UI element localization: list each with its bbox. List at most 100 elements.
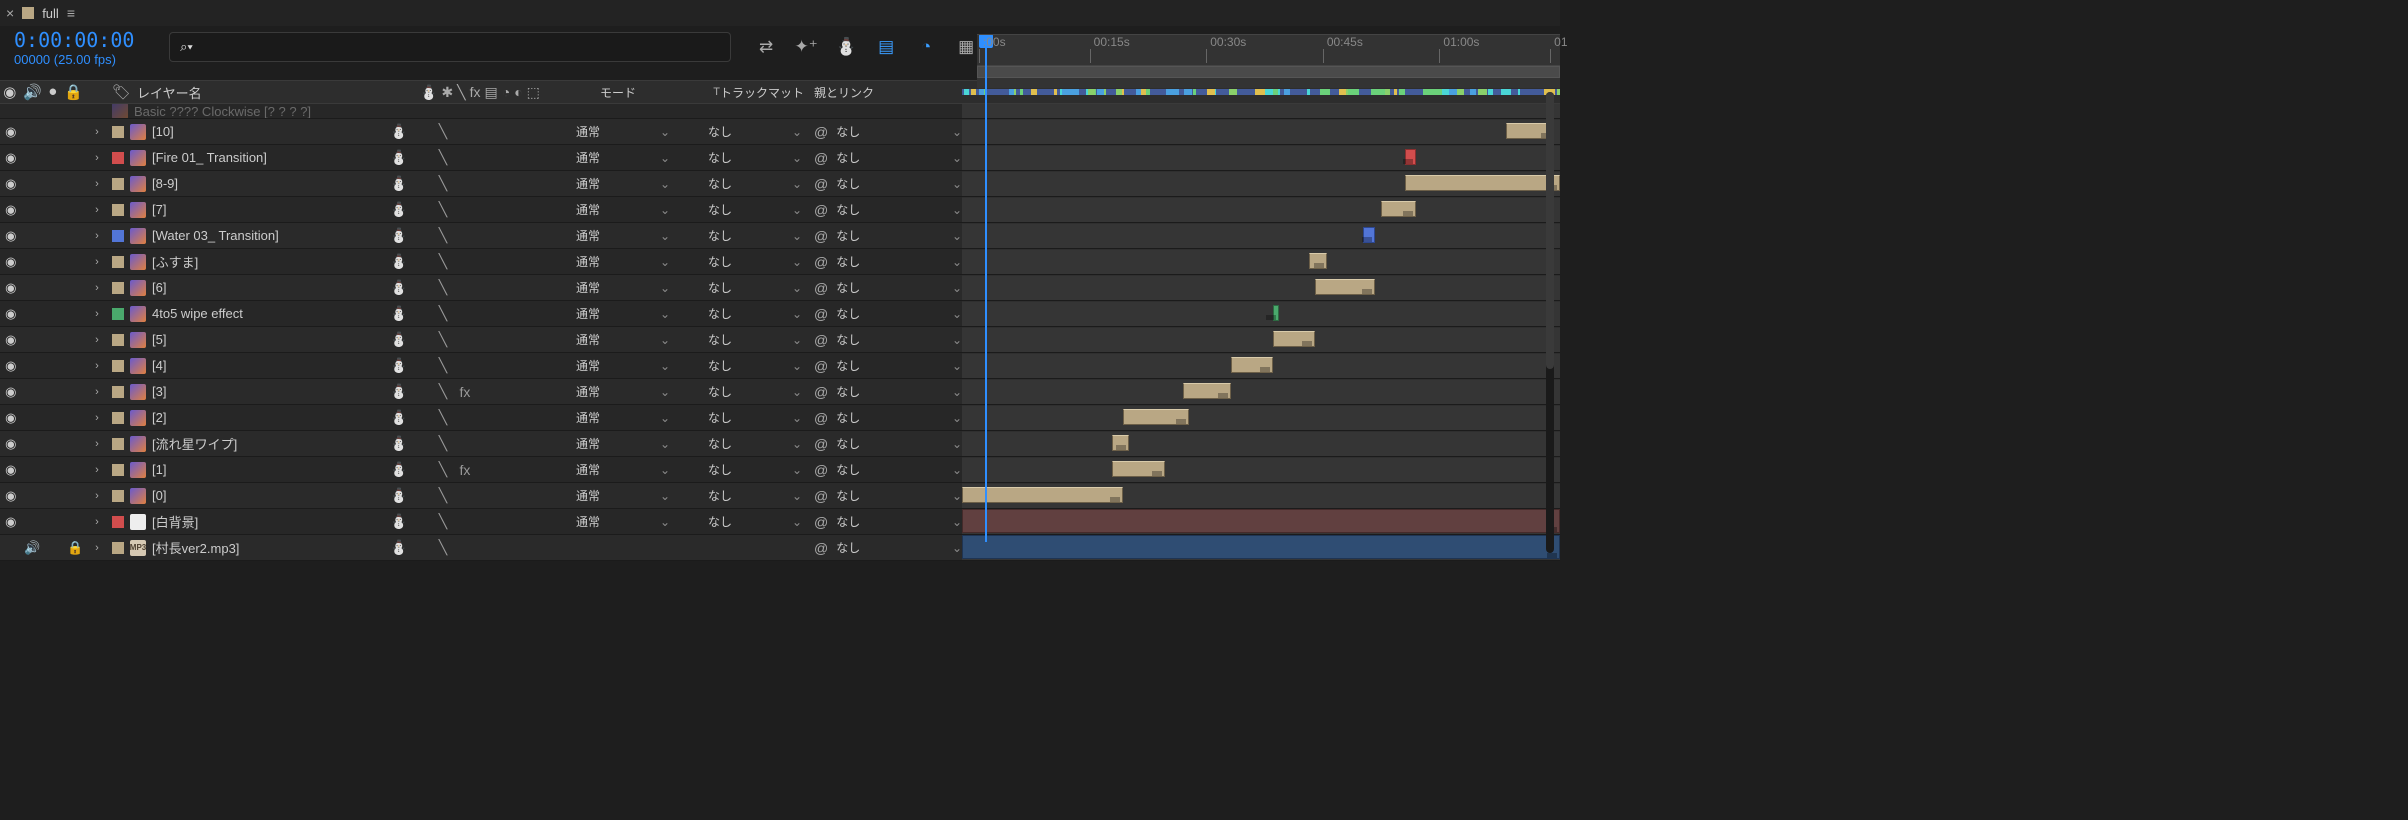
- visibility-toggle[interactable]: ◉: [2, 436, 20, 452]
- parent-select[interactable]: なし⌄: [836, 435, 962, 452]
- layer-name[interactable]: [6]: [152, 280, 166, 295]
- trackmatte-select[interactable]: なし⌄: [702, 357, 808, 374]
- layer-row[interactable]: ◉ › [1] ⛄ ╲ fx 通常⌄ なし⌄ @ なし⌄: [0, 457, 1560, 483]
- time-ruler[interactable]: :00s00:15s00:30s00:45s01:00s01: [977, 34, 1560, 88]
- shy-switch[interactable]: ⛄: [390, 123, 408, 140]
- layer-label-color[interactable]: [112, 438, 124, 450]
- layer-name[interactable]: [白背景]: [152, 512, 198, 531]
- pickwhip-icon[interactable]: @: [814, 254, 828, 270]
- layer-bar-track[interactable]: [962, 223, 1560, 248]
- visibility-toggle[interactable]: ◉: [2, 176, 20, 192]
- trackmatte-select[interactable]: なし⌄: [702, 331, 808, 348]
- frame-blend-icon[interactable]: ▤: [875, 36, 897, 58]
- blend-mode-select[interactable]: 通常⌄: [570, 149, 676, 166]
- blend-mode-select[interactable]: 通常⌄: [570, 253, 676, 270]
- trackmatte-select[interactable]: なし⌄: [702, 305, 808, 322]
- pickwhip-icon[interactable]: @: [814, 358, 828, 374]
- parent-select[interactable]: なし⌄: [836, 123, 962, 140]
- trackmatte-select[interactable]: なし⌄: [702, 383, 808, 400]
- layer-bar[interactable]: [1405, 149, 1417, 165]
- quality-switch[interactable]: ╲: [434, 383, 452, 400]
- layer-bar-track[interactable]: [962, 275, 1560, 300]
- trackmatte-select[interactable]: なし⌄: [702, 461, 808, 478]
- shy-switch[interactable]: ⛄: [390, 305, 408, 322]
- visibility-toggle[interactable]: ◉: [2, 228, 20, 244]
- twirl-icon[interactable]: ›: [95, 490, 99, 502]
- twirl-icon[interactable]: ›: [95, 282, 99, 294]
- layer-bar-track[interactable]: [962, 457, 1560, 482]
- layer-bar[interactable]: [1112, 461, 1166, 477]
- scrollbar-thumb[interactable]: [1546, 92, 1554, 369]
- quality-switch[interactable]: ╲: [434, 253, 452, 270]
- blend-mode-select[interactable]: 通常⌄: [570, 201, 676, 218]
- layer-bar[interactable]: [1112, 435, 1130, 451]
- layer-row[interactable]: ◉ › [白背景] ⛄ ╲ 通常⌄ なし⌄ @ なし⌄: [0, 509, 1560, 535]
- layer-label-color[interactable]: [112, 308, 124, 320]
- draft3d-icon[interactable]: ✦⁺: [795, 36, 817, 58]
- panel-menu-icon[interactable]: ≡: [67, 5, 75, 21]
- shy-switch[interactable]: ⛄: [390, 253, 408, 270]
- parent-select[interactable]: なし⌄: [836, 175, 962, 192]
- layer-label-color[interactable]: [112, 256, 124, 268]
- twirl-icon[interactable]: ›: [95, 126, 99, 138]
- layer-bar[interactable]: [962, 535, 1560, 559]
- blend-mode-select[interactable]: 通常⌄: [570, 175, 676, 192]
- visibility-toggle[interactable]: ◉: [2, 514, 20, 530]
- shy-switch[interactable]: ⛄: [390, 435, 408, 452]
- quality-switch[interactable]: ╲: [434, 409, 452, 426]
- layer-label-color[interactable]: [112, 360, 124, 372]
- layer-bar-track[interactable]: [962, 249, 1560, 274]
- layer-label-color[interactable]: [112, 178, 124, 190]
- pickwhip-icon[interactable]: @: [814, 332, 828, 348]
- fx-switch[interactable]: fx: [456, 384, 474, 400]
- layer-bar-track[interactable]: [962, 431, 1560, 456]
- parent-select[interactable]: なし⌄: [836, 331, 962, 348]
- pickwhip-icon[interactable]: @: [814, 410, 828, 426]
- layer-name[interactable]: [ふすま]: [152, 252, 198, 271]
- layer-row[interactable]: ◉ › 4to5 wipe effect ⛄ ╲ 通常⌄ なし⌄ @: [0, 301, 1560, 327]
- trackmatte-select[interactable]: なし⌄: [702, 149, 808, 166]
- trackmatte-select[interactable]: なし⌄: [702, 279, 808, 296]
- layer-name[interactable]: [7]: [152, 202, 166, 217]
- visibility-toggle[interactable]: ◉: [2, 488, 20, 504]
- vertical-scrollbar[interactable]: [1546, 92, 1554, 553]
- layer-row[interactable]: ◉ › [8-9] ⛄ ╲ 通常⌄ なし⌄ @ なし⌄: [0, 171, 1560, 197]
- quality-switch[interactable]: ╲: [434, 331, 452, 348]
- trackmatte-select[interactable]: なし⌄: [702, 435, 808, 452]
- twirl-icon[interactable]: ›: [95, 230, 99, 242]
- layer-bar-track[interactable]: [962, 327, 1560, 352]
- layer-bar-track[interactable]: [962, 119, 1560, 144]
- pickwhip-icon[interactable]: @: [814, 150, 828, 166]
- twirl-icon[interactable]: ›: [95, 360, 99, 372]
- layer-row[interactable]: ◉ › [2] ⛄ ╲ 通常⌄ なし⌄ @ なし⌄: [0, 405, 1560, 431]
- visibility-toggle[interactable]: ◉: [2, 332, 20, 348]
- mode-header[interactable]: モード: [600, 84, 694, 101]
- blend-mode-select[interactable]: 通常⌄: [570, 357, 676, 374]
- twirl-icon[interactable]: ›: [95, 412, 99, 424]
- layer-row[interactable]: ◉ › [3] ⛄ ╲ fx 通常⌄ なし⌄ @ なし⌄: [0, 379, 1560, 405]
- layer-label-color[interactable]: [112, 204, 124, 216]
- pickwhip-icon[interactable]: @: [814, 436, 828, 452]
- layer-bar-track[interactable]: [962, 145, 1560, 170]
- lock-toggle[interactable]: 🔒: [66, 540, 84, 556]
- parent-header[interactable]: 親とリンク: [814, 84, 962, 101]
- layer-row[interactable]: ◉ › [10] ⛄ ╲ 通常⌄ なし⌄ @ なし⌄: [0, 119, 1560, 145]
- quality-switch[interactable]: ╲: [434, 461, 452, 478]
- parent-select[interactable]: なし⌄: [836, 409, 962, 426]
- visibility-toggle[interactable]: ◉: [2, 254, 20, 270]
- blend-mode-select[interactable]: 通常⌄: [570, 513, 676, 530]
- twirl-icon[interactable]: ›: [95, 516, 99, 528]
- shy-switch[interactable]: ⛄: [390, 487, 408, 504]
- layer-bar[interactable]: [1315, 279, 1375, 295]
- layer-label-color[interactable]: [112, 412, 124, 424]
- layer-name[interactable]: [1]: [152, 462, 166, 477]
- quality-switch[interactable]: ╲: [434, 279, 452, 296]
- trackmatte-select[interactable]: なし⌄: [702, 227, 808, 244]
- layer-bar[interactable]: [1183, 383, 1231, 399]
- trackmatte-select[interactable]: なし⌄: [702, 487, 808, 504]
- layer-bar-track[interactable]: [962, 535, 1560, 560]
- pickwhip-icon[interactable]: @: [814, 488, 828, 504]
- layer-row[interactable]: ◉ › [流れ星ワイプ] ⛄ ╲ 通常⌄ なし⌄ @ なし⌄: [0, 431, 1560, 457]
- parent-select[interactable]: なし⌄: [836, 201, 962, 218]
- layer-row[interactable]: ◉ › [5] ⛄ ╲ 通常⌄ なし⌄ @ なし⌄: [0, 327, 1560, 353]
